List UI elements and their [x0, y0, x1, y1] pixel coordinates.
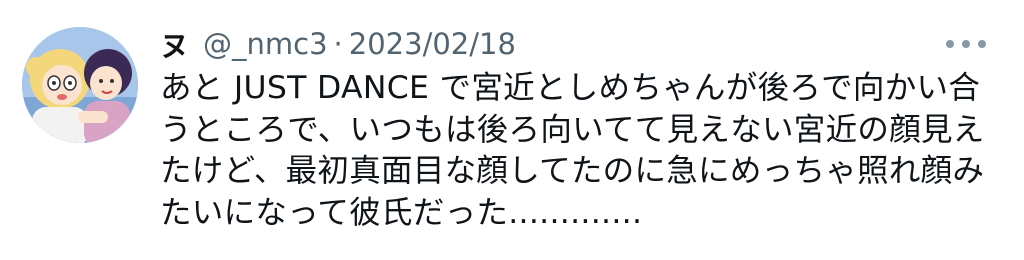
tweet-text: あと JUST DANCE で宮近としめちゃんが後ろで向かい合 うところで、いつ…	[160, 68, 990, 234]
avatar[interactable]	[22, 27, 138, 143]
user-handle[interactable]: @_nmc3	[203, 27, 328, 61]
tweet-text-line: うところで、いつもは後ろ向いてて見えない宮近の顔見え	[160, 111, 985, 148]
tweet-text-line: あと JUST DANCE で宮近としめちゃんが後ろで向かい合	[160, 70, 981, 106]
more-horizontal-icon[interactable]	[946, 32, 986, 56]
tweet-text-line: たけど、最初真面目な顔してたのに急にめっちゃ照れ顔み	[160, 153, 985, 189]
tweet-text-line: たいになって彼氏だった.............	[160, 194, 643, 231]
header-separator: ·	[333, 27, 343, 61]
tweet-date[interactable]: 2023/02/18	[349, 27, 516, 61]
more-dot	[978, 40, 986, 48]
anime-avatar-image	[22, 27, 138, 143]
tweet-header: ヌ @_nmc3 · 2023/02/18	[160, 22, 516, 66]
display-name[interactable]: ヌ	[160, 23, 189, 65]
tweet-card[interactable]: ヌ @_nmc3 · 2023/02/18 あと JUST DANCE で宮近と…	[0, 0, 1024, 260]
more-dot	[946, 40, 954, 48]
more-dot	[962, 40, 970, 48]
